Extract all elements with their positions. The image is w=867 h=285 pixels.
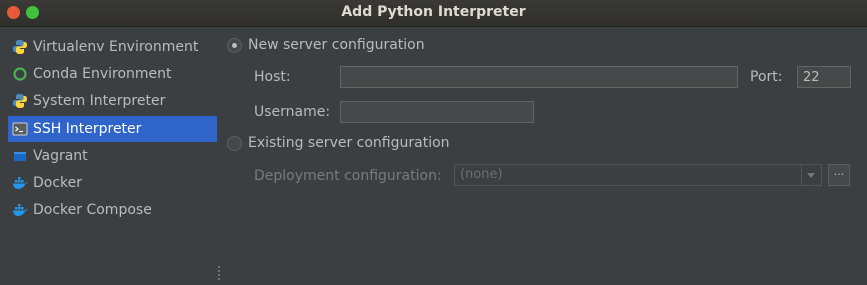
window-title: Add Python Interpreter: [341, 4, 526, 20]
existing-server-label: Existing server configuration: [248, 135, 450, 151]
interpreter-type-list: Virtualenv Environment Conda Environment…: [0, 27, 220, 285]
ssh-configuration-panel: New server configuration Host: Port: Use…: [222, 27, 867, 285]
port-input[interactable]: [797, 66, 851, 88]
deployment-configuration-label: Deployment configuration:: [254, 168, 442, 184]
add-python-interpreter-dialog: Add Python Interpreter Virtualenv Enviro…: [0, 0, 867, 285]
username-input[interactable]: [340, 101, 534, 123]
deployment-configuration-value: (none): [460, 167, 503, 182]
conda-ring-icon: [12, 66, 28, 82]
docker-icon: [12, 202, 28, 218]
sidebar-item-docker-compose[interactable]: Docker Compose: [8, 197, 217, 223]
new-server-option[interactable]: New server configuration: [227, 37, 425, 53]
sidebar-item-virtualenv[interactable]: Virtualenv Environment: [8, 34, 217, 60]
sidebar-item-label: Conda Environment: [33, 66, 172, 82]
host-input[interactable]: [340, 66, 738, 88]
sidebar-item-label: Virtualenv Environment: [33, 39, 199, 55]
sidebar-item-conda[interactable]: Conda Environment: [8, 61, 217, 87]
username-label: Username:: [254, 104, 331, 120]
sidebar-item-docker[interactable]: Docker: [8, 170, 217, 196]
sidebar-item-system-interpreter[interactable]: System Interpreter: [8, 88, 217, 114]
docker-icon: [12, 175, 28, 191]
port-label: Port:: [750, 69, 783, 85]
sidebar-item-label: SSH Interpreter: [33, 121, 142, 137]
vagrant-icon: [12, 148, 28, 164]
sidebar-item-vagrant[interactable]: Vagrant: [8, 143, 217, 169]
chevron-down-icon: [801, 165, 821, 185]
sidebar-item-label: Docker: [33, 175, 83, 191]
deployment-configuration-select[interactable]: (none): [454, 164, 822, 186]
titlebar: Add Python Interpreter: [0, 0, 867, 27]
existing-server-radio[interactable]: [227, 135, 242, 151]
sidebar-item-label: Vagrant: [33, 148, 88, 164]
sidebar-item-label: Docker Compose: [33, 202, 152, 218]
sidebar-item-label: System Interpreter: [33, 93, 166, 109]
new-server-label: New server configuration: [248, 37, 425, 53]
python-icon: [12, 39, 28, 55]
existing-server-option[interactable]: Existing server configuration: [227, 135, 450, 151]
python-icon: [12, 93, 28, 109]
splitter-handle[interactable]: [217, 265, 221, 281]
new-server-radio[interactable]: [227, 37, 242, 53]
host-label: Host:: [254, 69, 291, 85]
terminal-icon: [12, 121, 28, 137]
sidebar-item-ssh-interpreter[interactable]: SSH Interpreter: [8, 116, 217, 142]
browse-deployment-button[interactable]: ...: [828, 164, 850, 186]
